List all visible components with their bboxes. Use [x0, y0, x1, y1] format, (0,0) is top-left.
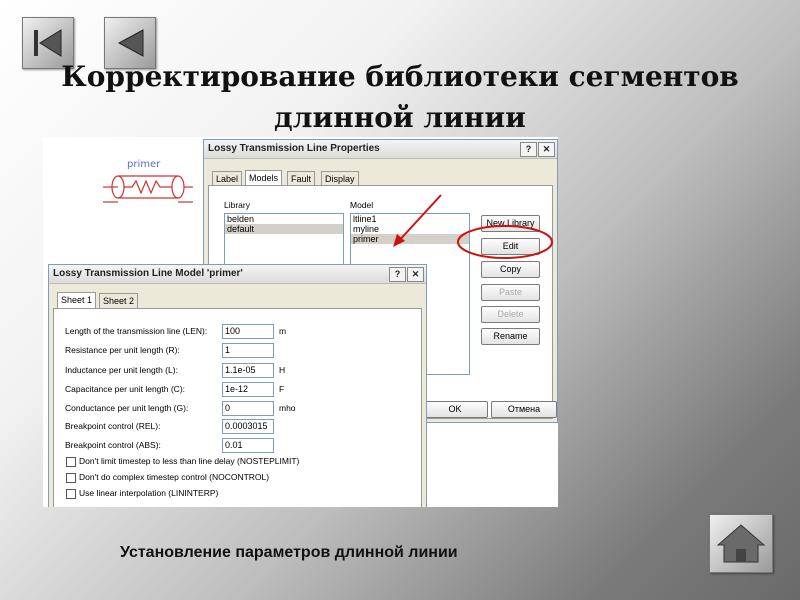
paste-button[interactable]: Paste	[481, 284, 540, 301]
nocontrol-checkbox[interactable]	[66, 473, 76, 483]
ok-button[interactable]: OK	[422, 401, 488, 418]
cancel-button[interactable]: Отмена	[491, 401, 557, 418]
tab-sheet-1[interactable]: Sheet 1	[57, 292, 97, 308]
properties-title: Lossy Transmission Line Properties	[208, 143, 380, 154]
annotation-arrow	[395, 194, 442, 245]
c-label: Capacitance per unit length (C):	[65, 384, 186, 394]
abs-input[interactable]: 0.01	[222, 438, 274, 453]
g-unit: mho	[279, 403, 296, 413]
home-button[interactable]	[709, 514, 773, 573]
c-unit: F	[279, 384, 285, 394]
model-titlebar: Lossy Transmission Line Model 'primer' ?…	[49, 265, 426, 284]
nosteplimit-checkbox[interactable]	[66, 457, 76, 467]
l-input[interactable]: 1.1e-05	[222, 363, 274, 378]
lininterp-checkbox[interactable]	[66, 489, 76, 499]
properties-titlebar: Lossy Transmission Line Properties ? ✕	[204, 140, 557, 159]
list-item[interactable]: belden	[225, 214, 343, 224]
model-title: Lossy Transmission Line Model 'primer'	[53, 268, 243, 279]
edit-highlight-ellipse	[457, 225, 553, 259]
g-label: Conductance per unit length (G):	[65, 403, 189, 413]
help-button[interactable]: ?	[520, 142, 537, 157]
len-unit: m	[279, 326, 287, 336]
home-icon	[716, 524, 766, 563]
help-button[interactable]: ?	[389, 267, 406, 282]
slide-title-line2: длинной линии	[274, 101, 526, 134]
len-input[interactable]: 100	[222, 324, 274, 339]
schematic-label: primer	[127, 159, 161, 170]
embedded-screenshot: primer Lossy Transmission Line Propertie…	[43, 137, 558, 507]
len-label: Length of the transmission line (LEN):	[65, 326, 208, 336]
slide-title-line1: Корректирование библиотеки сегментов	[61, 60, 739, 93]
slide-caption: Установление параметров длинной линии	[120, 544, 458, 561]
tab-label[interactable]: Label	[212, 171, 243, 186]
tab-display[interactable]: Display	[321, 171, 359, 186]
l-unit: H	[279, 365, 286, 375]
close-button[interactable]: ✕	[538, 142, 555, 157]
close-button[interactable]: ✕	[407, 267, 424, 282]
r-label: Resistance per unit length (R):	[65, 345, 180, 355]
nocontrol-label: Don't do complex timestep control (NOCON…	[79, 472, 270, 482]
annotation-overlay	[393, 194, 553, 259]
tab-fault[interactable]: Fault	[287, 171, 316, 186]
library-label: Library	[224, 200, 250, 210]
delete-button[interactable]: Delete	[481, 306, 540, 323]
rename-button[interactable]: Rename	[481, 328, 540, 345]
r-input[interactable]: 1	[222, 343, 274, 358]
transmission-line-symbol	[103, 175, 193, 203]
rel-input[interactable]: 0.0003015	[222, 419, 274, 434]
l-label: Inductance per unit length (L):	[65, 365, 178, 375]
rel-label: Breakpoint control (REL):	[65, 421, 161, 431]
model-dialog: Lossy Transmission Line Model 'primer' ?…	[48, 264, 427, 507]
c-input[interactable]: 1e-12	[222, 382, 274, 397]
abs-label: Breakpoint control (ABS):	[65, 440, 161, 450]
tab-sheet-2[interactable]: Sheet 2	[99, 293, 139, 308]
model-label: Model	[350, 200, 374, 210]
list-item[interactable]: default	[225, 224, 343, 234]
nosteplimit-label: Don't limit timestep to less than line d…	[79, 456, 300, 466]
tab-models[interactable]: Models	[245, 170, 283, 186]
lininterp-label: Use linear interpolation (LININTERP)	[79, 488, 219, 498]
g-input[interactable]: 0	[222, 401, 274, 416]
